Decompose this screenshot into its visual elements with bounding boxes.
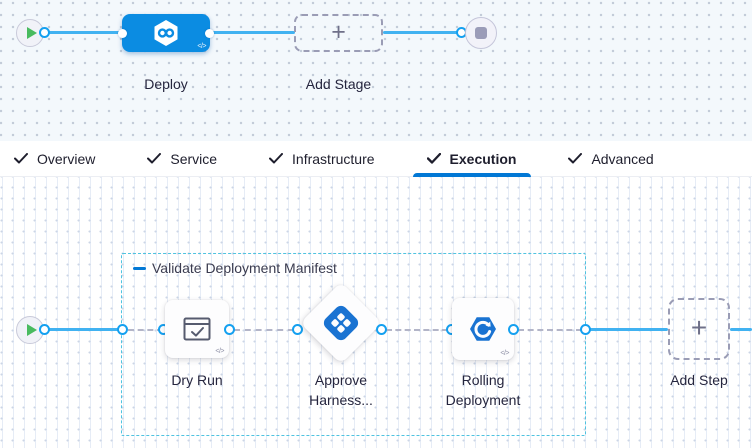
tab-label: Infrastructure (292, 151, 374, 167)
pipeline-end-node[interactable] (465, 17, 497, 49)
harness-hexagon-icon (151, 18, 181, 48)
tab-execution[interactable]: Execution (427, 141, 517, 177)
step-link-dashed (386, 329, 448, 331)
step-label-line: Deployment (434, 390, 532, 410)
connector-port[interactable] (117, 324, 128, 335)
stage-port-left[interactable] (118, 29, 127, 38)
stage-node-deploy[interactable]: </> (122, 14, 210, 52)
tab-label: Overview (37, 151, 95, 167)
step-link-dashed (518, 329, 582, 331)
stage-port-right[interactable] (205, 29, 214, 38)
check-icon (147, 153, 161, 164)
stage-label: Deploy (122, 74, 210, 94)
step-group-title: Validate Deployment Manifest (152, 260, 337, 276)
check-icon (269, 153, 283, 164)
execution-canvas[interactable]: Validate Deployment Manifest </> (0, 177, 752, 448)
check-icon (427, 153, 441, 164)
stage-canvas[interactable]: </> + Deploy Add Stage (0, 0, 752, 141)
step-link-line (44, 328, 124, 331)
step-label-line: Harness... (293, 390, 389, 410)
tab-label: Advanced (591, 151, 653, 167)
play-icon (27, 27, 37, 39)
connector-port[interactable] (292, 324, 303, 335)
tab-service[interactable]: Service (147, 141, 217, 177)
add-step-button[interactable]: + (668, 298, 730, 360)
step-link-line (586, 328, 668, 331)
step-label-line: Approve (293, 370, 389, 390)
plus-icon: + (691, 314, 707, 342)
connector-port[interactable] (39, 27, 50, 38)
connector-port[interactable] (39, 324, 50, 335)
stage-link-line (210, 31, 295, 34)
code-view-icon[interactable]: </> (500, 350, 509, 357)
step-link-line (730, 328, 752, 331)
tab-advanced[interactable]: Advanced (568, 141, 653, 177)
check-icon (14, 153, 28, 164)
tab-overview[interactable]: Overview (14, 141, 95, 177)
rolling-deployment-hexagon-icon (466, 312, 500, 346)
step-link-dashed (234, 329, 294, 331)
plus-icon: + (331, 20, 346, 45)
step-label-line: Rolling (434, 370, 532, 390)
step-node-dry-run[interactable]: </> (165, 300, 229, 358)
window-check-icon (182, 316, 212, 342)
step-label-rolling-deployment: Rolling Deployment (434, 370, 532, 410)
check-icon (568, 153, 582, 164)
tab-infrastructure[interactable]: Infrastructure (269, 141, 374, 177)
tab-label: Execution (450, 151, 517, 167)
add-stage-label: Add Stage (294, 74, 383, 94)
approval-diamond-icon (314, 296, 368, 350)
stage-link-line (383, 31, 462, 34)
stage-config-tabs: Overview Service Infrastructure Executio… (0, 141, 752, 177)
add-stage-button[interactable]: + (294, 14, 383, 52)
stop-icon (475, 27, 487, 39)
connector-port[interactable] (224, 324, 235, 335)
connector-port[interactable] (580, 324, 591, 335)
step-label-approve: Approve Harness... (293, 370, 389, 410)
step-label-dry-run: Dry Run (151, 370, 243, 390)
step-node-rolling-deployment[interactable]: </> (452, 298, 514, 360)
collapse-group-icon[interactable] (133, 267, 146, 270)
code-view-icon[interactable]: </> (215, 348, 224, 355)
code-view-icon[interactable]: </> (197, 43, 206, 50)
connector-port[interactable] (376, 324, 387, 335)
add-step-label: Add Step (653, 370, 745, 390)
stage-link-line (44, 31, 124, 34)
pipeline-studio: </> + Deploy Add Stage Overview Service (0, 0, 752, 448)
connector-port[interactable] (508, 324, 519, 335)
play-icon (27, 324, 37, 336)
step-group-header: Validate Deployment Manifest (133, 260, 337, 276)
tab-label: Service (170, 151, 217, 167)
